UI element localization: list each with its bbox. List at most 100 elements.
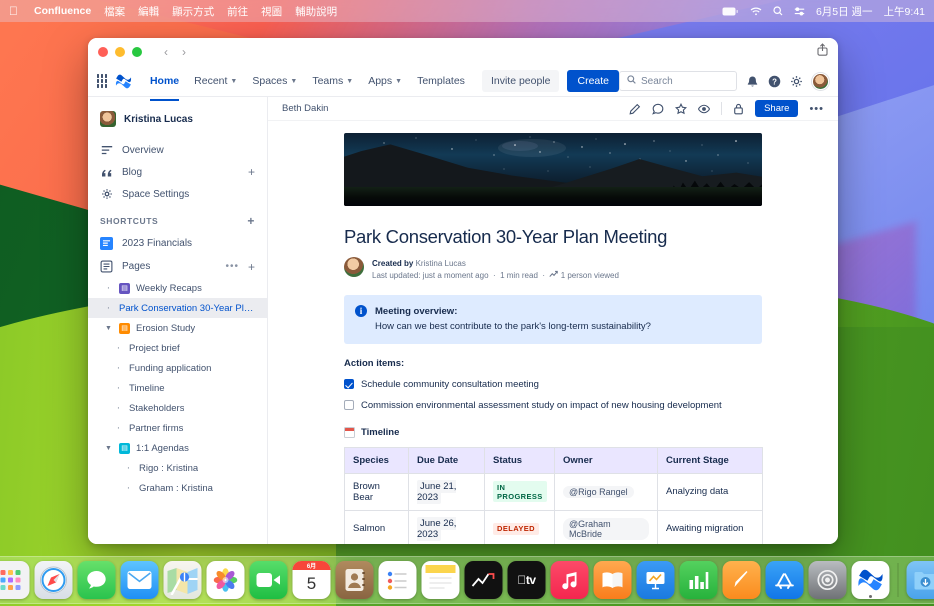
photos-icon[interactable] [207,561,245,599]
menu-bar-time[interactable]: 上午9:41 [884,4,925,19]
invite-people-button[interactable]: Invite people [482,70,560,92]
sidebar-pages-header[interactable]: Pages ••• + [88,255,267,278]
minimize-button[interactable] [115,47,125,57]
nav-item-templates[interactable]: Templates [410,69,472,93]
nav-item-spaces[interactable]: Spaces ▼ [245,69,304,93]
sidebar-shortcut-2023-financials[interactable]: 2023 Financials [88,232,267,255]
task-item[interactable]: Schedule community consultation meeting [344,379,762,390]
document-scroll-area[interactable]: Park Conservation 30-Year Plan Meeting C… [268,121,838,544]
contacts-icon[interactable] [336,561,374,599]
column-header-current-stage[interactable]: Current Stage [658,447,763,473]
safari-icon[interactable] [35,561,73,599]
back-button[interactable]: ‹ [164,45,168,59]
menu-bar-date[interactable]: 6月5日 週一 [816,4,873,19]
reminders-icon[interactable] [379,561,417,599]
watch-eye-icon[interactable] [698,103,710,115]
notes-icon[interactable] [422,561,460,599]
control-center-icon[interactable] [794,7,805,16]
notifications-bell-icon[interactable] [746,75,759,88]
tree-item-park-conservation[interactable]: · Park Conservation 30-Year Plan Meeting [88,298,267,318]
help-icon[interactable]: ? [768,75,781,88]
page-more-actions-icon[interactable]: ••• [809,103,824,115]
tree-item-1-1-agendas[interactable]: ▼ ▤ 1:1 Agendas [88,438,267,458]
user-mention[interactable]: @Rigo Rangel [563,486,634,498]
app-store-icon[interactable] [766,561,804,599]
cover-image[interactable] [344,133,762,206]
sidebar-space-header[interactable]: Kristina Lucas [88,107,267,139]
books-icon[interactable] [594,561,632,599]
keynote-icon[interactable] [637,561,675,599]
wifi-icon[interactable] [750,7,762,16]
settings-gear-icon[interactable] [790,75,803,88]
breadcrumb[interactable]: Beth Dakin [282,103,328,114]
sidebar-item-blog[interactable]: Blog + [88,161,267,183]
comment-icon[interactable] [652,103,664,115]
tree-item-stakeholders[interactable]: · Stakeholders [88,398,267,418]
calendar-icon[interactable]: 6月 5 [293,561,331,599]
tree-item-erosion-study[interactable]: ▼ ▤ Erosion Study [88,318,267,338]
menu-item-file[interactable]: 檔案 [104,4,125,19]
pages-more-actions-icon[interactable]: ••• [225,261,239,272]
pages-icon[interactable] [723,561,761,599]
author-avatar[interactable] [344,257,364,277]
tree-item-graham-kristina[interactable]: · Graham : Kristina [88,478,267,498]
column-header-species[interactable]: Species [345,447,409,473]
menu-item-go[interactable]: 前往 [227,4,248,19]
sidebar-item-space-settings[interactable]: Space Settings [88,183,267,205]
column-header-owner[interactable]: Owner [555,447,658,473]
checkbox-checked-icon[interactable] [344,379,354,389]
date-chip[interactable]: June 26, 2023 [417,517,456,541]
share-button[interactable]: Share [755,100,798,117]
add-page-plus-icon[interactable]: + [248,261,255,273]
profile-avatar[interactable] [812,73,829,90]
appletv-icon[interactable]: tv [508,561,546,599]
task-item[interactable]: Commission environmental assessment stud… [344,400,762,411]
star-icon[interactable] [675,103,687,115]
maximize-button[interactable] [132,47,142,57]
nav-item-home[interactable]: Home [143,69,186,93]
battery-icon[interactable] [722,7,739,16]
sidebar-item-overview[interactable]: Overview [88,139,267,161]
chevron-expanded-icon[interactable]: ▼ [104,445,113,452]
date-chip[interactable]: June 21, 2023 [417,480,456,504]
confluence-app-icon[interactable] [852,561,890,599]
downloads-folder-icon[interactable] [907,561,934,599]
stocks-icon[interactable] [465,561,503,599]
create-button[interactable]: Create [567,70,619,92]
spotlight-search-icon[interactable] [773,6,783,16]
table-row[interactable]: Brown Bear June 21, 2023 IN PROGRESS @Ri… [345,473,763,510]
tree-item-project-brief[interactable]: · Project brief [88,338,267,358]
close-button[interactable] [98,47,108,57]
numbers-icon[interactable] [680,561,718,599]
tree-item-partner-firms[interactable]: · Partner firms [88,418,267,438]
edit-pencil-icon[interactable] [629,103,641,115]
menu-item-view[interactable]: 顯示方式 [172,4,214,19]
tree-item-rigo-kristina[interactable]: · Rigo : Kristina [88,458,267,478]
user-mention[interactable]: @Graham McBride [563,518,649,540]
nav-item-teams[interactable]: Teams ▼ [305,69,360,93]
menu-item-help[interactable]: 輔助說明 [295,4,337,19]
apple-logo-icon[interactable]:  [9,5,18,17]
mail-icon[interactable] [121,561,159,599]
page-title[interactable]: Park Conservation 30-Year Plan Meeting [344,226,762,248]
add-blog-plus-icon[interactable]: + [248,166,255,178]
view-count[interactable]: 1 person viewed [561,271,619,280]
share-icon[interactable] [817,43,828,61]
column-header-due-date[interactable]: Due Date [409,447,485,473]
tree-item-funding-application[interactable]: · Funding application [88,358,267,378]
nav-item-recent[interactable]: Recent ▼ [187,69,244,93]
messages-icon[interactable] [78,561,116,599]
column-header-status[interactable]: Status [485,447,555,473]
chevron-expanded-icon[interactable]: ▼ [104,325,113,332]
tree-item-timeline[interactable]: · Timeline [88,378,267,398]
launchpad-icon[interactable] [0,561,30,599]
tree-item-weekly-recaps[interactable]: · ▤ Weekly Recaps [88,278,267,298]
restrictions-lock-icon[interactable] [733,103,744,115]
confluence-logo-icon[interactable] [115,73,132,90]
facetime-icon[interactable] [250,561,288,599]
search-input[interactable]: Search [619,71,737,91]
maps-icon[interactable] [164,561,202,599]
add-shortcut-plus-icon[interactable]: + [247,214,255,228]
app-switcher-grid-icon[interactable] [97,74,107,88]
checkbox-unchecked-icon[interactable] [344,400,354,410]
